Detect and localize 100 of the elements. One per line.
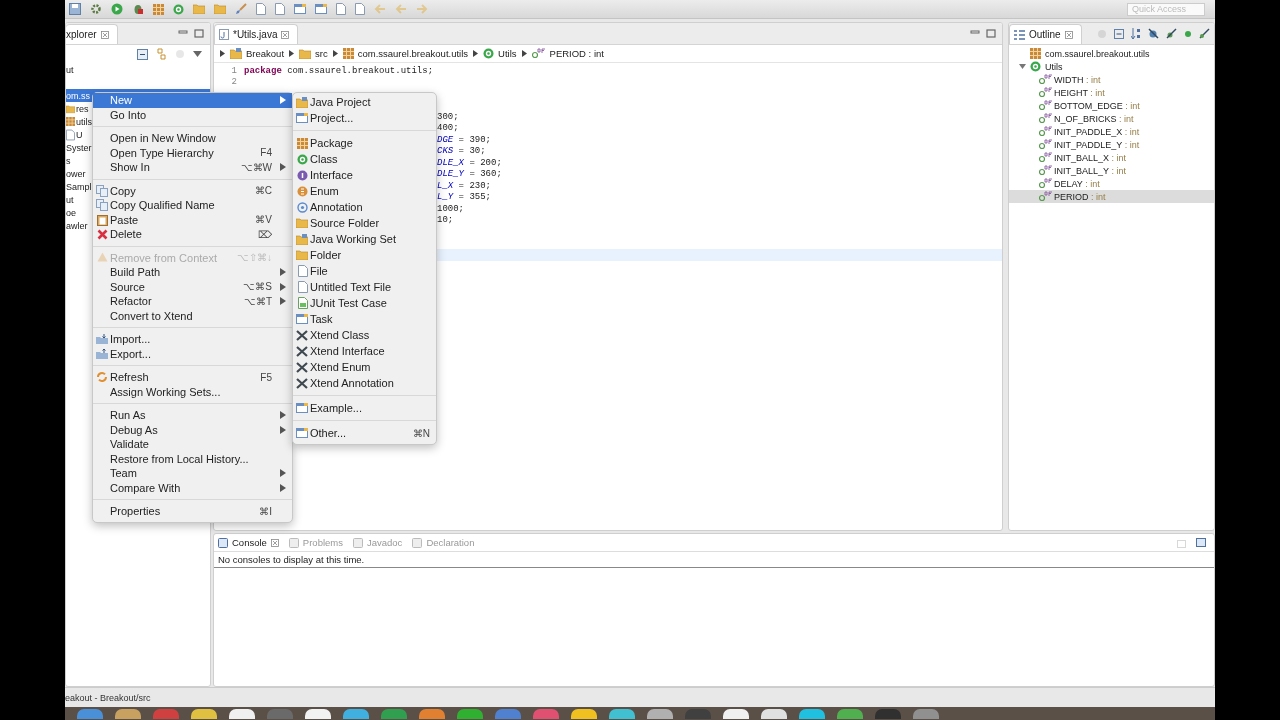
menu-item[interactable]: Convert to Xtend	[93, 308, 292, 323]
tree-item[interactable]: awler	[66, 220, 88, 231]
panel-tab[interactable]: Outline	[1009, 24, 1082, 44]
menu-item[interactable]: Team	[93, 466, 292, 481]
tree-item[interactable]: oe	[66, 207, 76, 218]
outline-item[interactable]: DELAY : int	[1054, 178, 1100, 189]
menu-item[interactable]: Java Project	[293, 94, 436, 110]
brush-icon[interactable]	[235, 3, 247, 15]
collapse-all-icon[interactable]	[1114, 28, 1124, 39]
menu-item[interactable]: Task	[293, 311, 436, 327]
close-icon[interactable]	[100, 30, 109, 39]
menu-item[interactable]: Open in New Window	[93, 131, 292, 146]
view-menu-icon[interactable]	[193, 51, 202, 57]
tree-item[interactable]: om.ss	[66, 90, 90, 101]
breadcrumb-item[interactable]: Utils	[483, 48, 517, 59]
menu-item[interactable]: Source Folder	[293, 215, 436, 231]
link-icon[interactable]	[156, 48, 167, 60]
outline-item[interactable]: BOTTOM_EDGE : int	[1054, 100, 1140, 111]
menu-item[interactable]: Paste ⌘V	[93, 212, 292, 227]
outline-item[interactable]: HEIGHT : int	[1054, 87, 1105, 98]
menu-item[interactable]: Xtend Class	[293, 327, 436, 343]
menu-item[interactable]: Java Working Set	[293, 231, 436, 247]
menu-item[interactable]: Xtend Annotation	[293, 375, 436, 391]
save-icon[interactable]	[69, 3, 81, 15]
tree-item[interactable]: ut	[66, 64, 74, 75]
app-icon[interactable]	[721, 707, 751, 719]
hide-static-icon[interactable]	[1166, 28, 1177, 39]
menu-item[interactable]: Refactor ⌥⌘T	[93, 294, 292, 309]
outline-item[interactable]: WIDTH : int	[1054, 74, 1101, 85]
menu-item[interactable]: Debug As	[93, 422, 292, 437]
close-icon[interactable]	[281, 30, 290, 39]
menu-item[interactable]: New	[93, 93, 292, 108]
hide-local-icon[interactable]	[1199, 28, 1210, 39]
expanded-arrow-icon[interactable]	[1019, 63, 1026, 70]
menu-item[interactable]: Package	[293, 135, 436, 151]
outline-item[interactable]: INIT_PADDLE_X : int	[1054, 126, 1140, 137]
menu-item[interactable]: Other... ⌘N	[293, 425, 436, 441]
app-icon[interactable]	[759, 707, 789, 719]
gear-icon[interactable]	[90, 3, 102, 15]
breadcrumb-item[interactable]: com.ssaurel.breakout.utils	[342, 48, 469, 59]
debug-icon[interactable]	[132, 3, 144, 15]
minimize-icon[interactable]	[970, 29, 980, 37]
app-icon[interactable]	[607, 707, 637, 719]
menu-item[interactable]: Project...	[293, 110, 436, 126]
menu-item[interactable]: Go Into	[93, 107, 292, 122]
menu-item[interactable]: Interface	[293, 167, 436, 183]
panel-tab[interactable]: xplorer	[66, 24, 118, 44]
collapse-all-icon[interactable]	[137, 48, 148, 60]
outline-item[interactable]: N_OF_BRICKS : int	[1054, 113, 1134, 124]
minimize-icon[interactable]	[178, 29, 188, 37]
close-icon[interactable]	[270, 538, 279, 547]
tree-item[interactable]: res	[76, 103, 89, 114]
menu-item[interactable]: Xtend Enum	[293, 359, 436, 375]
app-icon[interactable]	[303, 707, 333, 719]
menu-item[interactable]: Example...	[293, 400, 436, 416]
outline-item[interactable]: INIT_BALL_Y : int	[1054, 165, 1126, 176]
menu-item[interactable]: Export...	[93, 346, 292, 361]
app-icon[interactable]	[341, 707, 371, 719]
menu-item[interactable]: Properties ⌘I	[93, 504, 292, 519]
app-icon[interactable]	[113, 707, 143, 719]
menu-item[interactable]: Assign Working Sets...	[93, 384, 292, 399]
app-icon[interactable]	[835, 707, 865, 719]
app-icon[interactable]	[227, 707, 257, 719]
menu-item[interactable]: Enum	[293, 183, 436, 199]
outline-item[interactable]: INIT_BALL_X : int	[1054, 152, 1127, 163]
menu-item[interactable]: Class	[293, 151, 436, 167]
menu-item[interactable]: Source ⌥⌘S	[93, 279, 292, 294]
close-icon[interactable]	[1064, 30, 1073, 39]
menu-item[interactable]: Refresh F5	[93, 370, 292, 385]
maximize-icon[interactable]	[986, 29, 996, 38]
dot-icon[interactable]	[1184, 29, 1192, 38]
menu-item[interactable]: Folder	[293, 247, 436, 263]
breadcrumb-item[interactable]: PERIOD : int	[531, 48, 604, 59]
tree-item[interactable]: s	[66, 155, 71, 166]
app-icon[interactable]	[797, 707, 827, 719]
tree-item[interactable]: Sampl	[66, 181, 92, 192]
menu-item[interactable]: Xtend Interface	[293, 343, 436, 359]
tree-item[interactable]: ower	[66, 168, 86, 179]
menu-item[interactable]: Open Type Hierarchy F4	[93, 145, 292, 160]
menu-item[interactable]: Validate	[93, 437, 292, 452]
menu-item[interactable]: Run As	[93, 408, 292, 423]
app-icon[interactable]	[569, 707, 599, 719]
maximize-icon[interactable]	[194, 29, 204, 38]
outline-item[interactable]: com.ssaurel.breakout.utils	[1045, 48, 1150, 59]
breadcrumb-item[interactable]: Breakout	[230, 48, 285, 59]
breadcrumb-item[interactable]: src	[299, 48, 328, 59]
menu-item[interactable]: JUnit Test Case	[293, 295, 436, 311]
tree-item[interactable]: Syster	[66, 142, 92, 153]
menu-item[interactable]: Show In ⌥⌘W	[93, 160, 292, 175]
menu-item[interactable]: Annotation	[293, 199, 436, 215]
run-icon[interactable]	[111, 3, 123, 15]
menu-item[interactable]: Compare With	[93, 480, 292, 495]
tree-item[interactable]: U	[76, 129, 83, 140]
menu-item[interactable]: Untitled Text File	[293, 279, 436, 295]
editor-tab[interactable]: *Utils.java	[214, 24, 299, 44]
menu-item[interactable]: Delete ⌦	[93, 227, 292, 242]
outline-item[interactable]: Utils	[1045, 61, 1063, 72]
console-tab[interactable]: Console	[218, 537, 279, 548]
menu-item[interactable]: Restore from Local History...	[93, 451, 292, 466]
menu-item[interactable]: Copy Qualified Name	[93, 198, 292, 213]
